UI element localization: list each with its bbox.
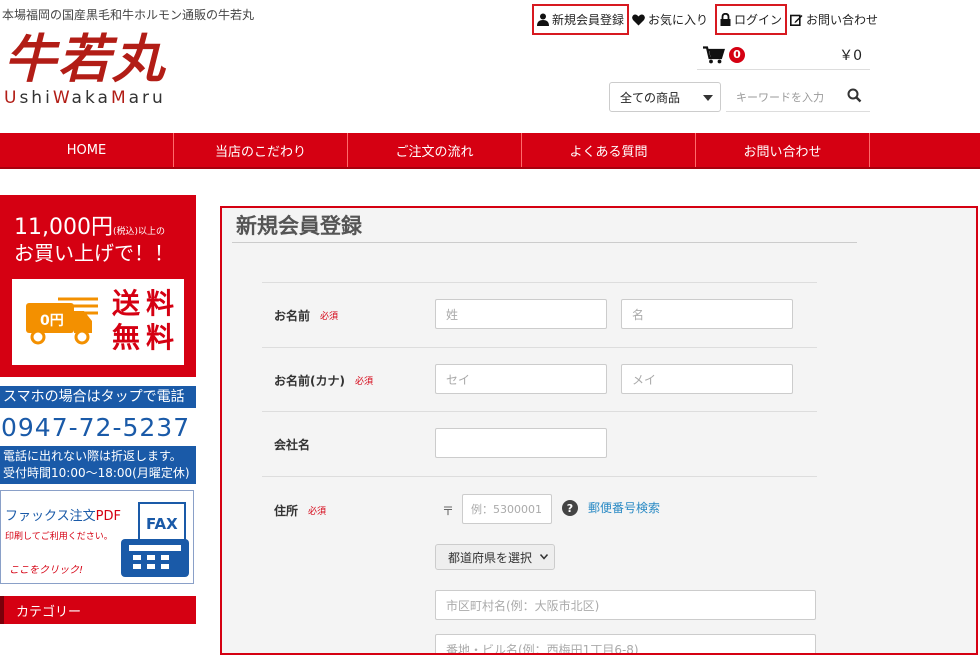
chevron-down-icon (540, 554, 549, 560)
kana-label: お名前(カナ) 必須 (274, 374, 373, 388)
search-placeholder: キーワードを入力 (736, 90, 824, 104)
user-icon (537, 13, 549, 26)
prefecture-select-value: 都道府県を選択 (448, 550, 533, 565)
search-bar: 全ての商品 キーワードを入力 (609, 82, 870, 112)
title-divider (232, 242, 857, 243)
row-company: 会社名 (262, 411, 817, 476)
register-label: 新規会員登録 (552, 13, 625, 27)
registration-form: お名前 必須 姓 名 お名前(カナ) 必須 セイ メイ 会社名 住所 必須 〒 例：5… (262, 282, 817, 653)
cart-summary[interactable]: 0 ￥0 (697, 40, 870, 70)
category-select[interactable]: 全ての商品 (609, 82, 721, 112)
address-label: 住所 必須 (274, 504, 327, 518)
promo-inner: 0円 送料 無料 (12, 279, 184, 365)
help-icon[interactable]: ? (562, 500, 578, 516)
contact-link[interactable]: お問い合わせ (787, 4, 881, 35)
category-heading: カテゴリー (0, 596, 196, 624)
phone-number[interactable]: 0947-72-5237 (0, 408, 196, 446)
cart-icon (703, 45, 725, 63)
fax-title: ファックス注文PDF (5, 509, 121, 524)
phone-banner[interactable]: スマホの場合はタップで電話 0947-72-5237 電話に出れない際は折返しま… (0, 386, 196, 484)
fax-badge: FAX (146, 515, 178, 533)
row-name: お名前 必須 姓 名 (262, 282, 817, 347)
favorites-link[interactable]: お気に入り (629, 4, 711, 35)
lock-icon (720, 13, 731, 26)
login-link[interactable]: ログイン (715, 4, 788, 35)
register-link[interactable]: 新規会員登録 (532, 4, 630, 35)
fax-click-text: ここをクリック! (9, 565, 84, 576)
required-badge: 必須 (308, 507, 327, 517)
street-field[interactable]: 番地・ビル名(例：西梅田1丁目6-8) (435, 634, 816, 653)
edit-icon (790, 14, 803, 26)
free-shipping-text: 送料 無料 (112, 287, 181, 354)
last-name-field[interactable]: 姓 (435, 299, 607, 329)
nav-order-flow[interactable]: ご注文の流れ (348, 133, 522, 167)
prefecture-select[interactable]: 都道府県を選択 (435, 544, 555, 570)
page-title: 新規会員登録 (236, 214, 362, 238)
login-label: ログイン (734, 13, 783, 27)
heart-icon (632, 14, 645, 25)
free-shipping-banner[interactable]: 11,000円(税込)以上の お買い上げで！！ 0円 送料 無料 (0, 195, 196, 377)
company-label: 会社名 (274, 438, 311, 452)
nav-contact[interactable]: お問い合わせ (696, 133, 870, 167)
chevron-down-icon (703, 95, 713, 101)
register-panel: 新規会員登録 お名前 必須 姓 名 お名前(カナ) 必須 セイ メイ 会社名 住所必… (220, 206, 978, 655)
first-kana-field[interactable]: メイ (621, 364, 793, 394)
cart-count-badge: 0 (729, 46, 745, 63)
fax-print-note: 印刷してご利用ください。 (5, 532, 113, 542)
category-select-value: 全ての商品 (620, 90, 681, 105)
first-name-field[interactable]: 名 (621, 299, 793, 329)
truck-label: 0円 (40, 313, 64, 329)
promo-line2: お買い上げで！！ (14, 241, 174, 265)
nav-faq[interactable]: よくある質問 (522, 133, 696, 167)
row-address: 住所 必須 〒 例：5300001 ? 郵便番号検索 都道府県を選択 市区町村名(… (262, 476, 817, 653)
logo-roman: UshiWakaMaru (4, 88, 166, 108)
postal-mark: 〒 (442, 504, 455, 518)
required-badge: 必須 (354, 377, 373, 387)
contact-label: お問い合わせ (806, 13, 879, 27)
sidebar: 11,000円(税込)以上の お買い上げで！！ 0円 送料 無料 スマホの場合はタ… (0, 195, 196, 624)
cart-total: ￥0 (839, 47, 862, 64)
site-logo[interactable]: 牛若丸 UshiWakaMaru (4, 30, 194, 120)
site-tagline: 本場福岡の国産黒毛和牛ホルモン通販の牛若丸 (2, 8, 255, 22)
header-links: 新規会員登録 お気に入り ログイン お問い合わせ (532, 4, 881, 35)
fax-machine-icon: FAX (121, 502, 189, 577)
truck-icon: 0円 (26, 297, 98, 345)
company-field[interactable] (435, 428, 607, 458)
fax-order-banner[interactable]: ファックス注文PDF 印刷してご利用ください。 ここをクリック! FAX (0, 490, 194, 584)
last-kana-field[interactable]: セイ (435, 364, 607, 394)
row-kana: お名前(カナ) 必須 セイ メイ (262, 347, 817, 411)
required-badge: 必須 (320, 312, 339, 322)
phone-tap-text: スマホの場合はタップで電話 (0, 386, 196, 408)
name-label: お名前 必須 (274, 309, 339, 323)
city-field[interactable]: 市区町村名(例：大阪市北区) (435, 590, 816, 620)
logo-kanji: 牛若丸 (4, 29, 167, 90)
nav-commitment[interactable]: 当店のこだわり (174, 133, 348, 167)
phone-note: 電話に出れない際は折返します。 受付時間10:00～18:00(月曜定休) (0, 446, 196, 484)
search-icon[interactable] (847, 88, 862, 103)
favorites-label: お気に入り (648, 13, 709, 27)
zip-search-link[interactable]: 郵便番号検索 (588, 499, 660, 516)
search-input[interactable]: キーワードを入力 (726, 82, 870, 112)
global-nav: HOME 当店のこだわり ご注文の流れ よくある質問 お問い合わせ (0, 133, 980, 169)
postal-code-field[interactable]: 例：5300001 (462, 494, 552, 524)
nav-home[interactable]: HOME (0, 133, 174, 167)
